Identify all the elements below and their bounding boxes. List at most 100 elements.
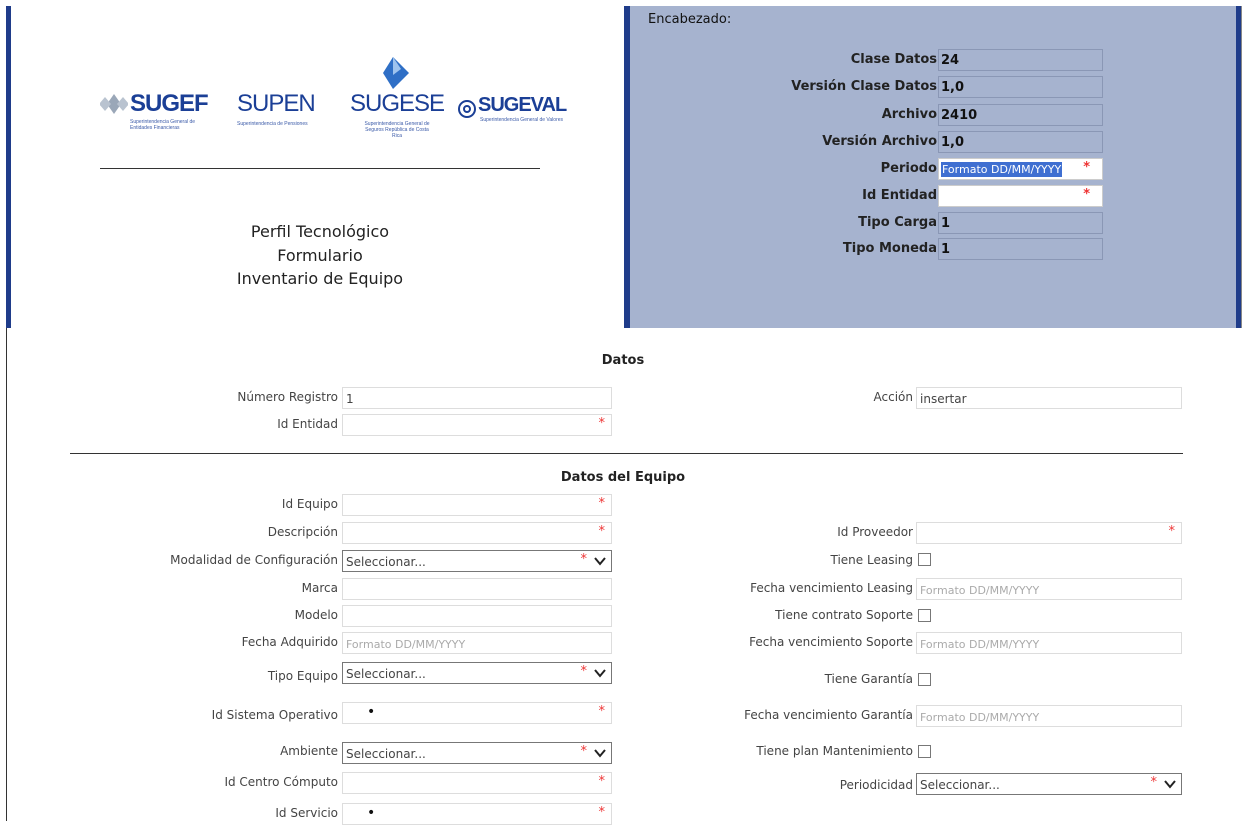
equipo-section-title: Datos del Equipo (560, 470, 686, 485)
version-clase-field: 1,0 (938, 76, 1103, 98)
tiene-leasing-checkbox[interactable] (918, 553, 931, 566)
supen-subtitle: Superintendencia de Pensiones (237, 121, 308, 127)
supen-logo: SUPEN (237, 90, 316, 117)
tiene-garantia-label: Tiene Garantía (824, 672, 913, 686)
page-title-line-2: Formulario (277, 246, 363, 265)
descripcion-label: Descripción (267, 525, 338, 539)
accion-input[interactable]: insertar (916, 387, 1182, 409)
tiene-contrato-soporte-label: Tiene contrato Soporte (775, 608, 913, 622)
enc-label: Tipo Moneda (842, 241, 937, 256)
ambiente-selected: Seleccionar... (346, 747, 426, 761)
tiene-garantia-checkbox[interactable] (918, 673, 931, 686)
brand-divider (100, 168, 540, 169)
enc-label: Periodo (880, 161, 937, 176)
enc-row-id-entidad: Id Entidad * (650, 185, 1105, 207)
id-proveedor-input[interactable]: * (916, 522, 1182, 544)
numero-registro-input[interactable]: 1 (342, 387, 612, 409)
periodo-placeholder: Formato DD/MM/YYYY (941, 162, 1063, 177)
tipo-equipo-select[interactable]: Seleccionar... * (342, 662, 612, 684)
ambiente-label: Ambiente (280, 744, 338, 758)
date-placeholder: Formato DD/MM/YYYY (920, 584, 1040, 597)
page-title-line-1: Perfil Tecnológico (250, 222, 390, 241)
logos-strip: SUGEF Superintendencia General de Entida… (100, 55, 600, 155)
bullet: • (367, 704, 376, 720)
chevron-down-icon (1164, 780, 1176, 789)
datos-id-entidad-label: Id Entidad (277, 417, 338, 431)
bullet: • (367, 805, 376, 821)
enc-row-tipo-carga: Tipo Carga 1 (650, 212, 1105, 234)
chevron-down-icon (594, 749, 606, 758)
id-centro-computo-input[interactable]: * (342, 772, 612, 794)
tipo-carga-field: 1 (938, 212, 1103, 234)
modelo-input[interactable] (342, 605, 612, 627)
enc-label: Versión Archivo (822, 134, 937, 149)
periodo-input[interactable]: Formato DD/MM/YYYY * (938, 158, 1103, 180)
required-mark: * (598, 704, 606, 719)
periodicidad-label: Periodicidad (839, 778, 913, 792)
datos-id-entidad-input[interactable]: * (342, 414, 612, 436)
enc-label: Tipo Carga (858, 215, 937, 230)
tiene-leasing-label: Tiene Leasing (830, 553, 914, 567)
date-placeholder: Formato DD/MM/YYYY (346, 638, 466, 651)
sugeval-swirl-icon (458, 100, 476, 118)
enc-label: Archivo (881, 107, 937, 122)
id-proveedor-label: Id Proveedor (837, 525, 913, 539)
section-divider (70, 453, 1183, 454)
fecha-venc-garantia-input[interactable]: Formato DD/MM/YYYY (916, 705, 1182, 727)
chevron-down-icon (594, 669, 606, 678)
required-mark: * (1168, 524, 1176, 539)
required-mark: * (580, 664, 588, 679)
enc-row-version-clase: Versión Clase Datos 1,0 (650, 76, 1105, 98)
required-mark: * (598, 496, 606, 511)
modalidad-selected: Seleccionar... (346, 555, 426, 569)
sugef-subtitle: Superintendencia General de Entidades Fi… (130, 119, 196, 131)
date-placeholder: Formato DD/MM/YYYY (920, 711, 1040, 724)
tipo-equipo-selected: Seleccionar... (346, 667, 426, 681)
modalidad-label: Modalidad de Configuración (170, 553, 338, 567)
enc-row-periodo: Periodo Formato DD/MM/YYYY * (650, 158, 1105, 180)
fecha-adquirido-label: Fecha Adquirido (241, 635, 338, 649)
required-mark: * (580, 744, 588, 759)
descripcion-input[interactable]: * (342, 522, 612, 544)
modelo-label: Modelo (294, 608, 338, 622)
enc-row-archivo: Archivo 2410 (650, 104, 1105, 126)
id-sistema-operativo-input[interactable]: • * (342, 702, 612, 724)
id-sistema-operativo-label: Id Sistema Operativo (211, 708, 338, 722)
marca-input[interactable] (342, 578, 612, 600)
tiene-plan-mant-checkbox[interactable] (918, 745, 931, 758)
id-servicio-input[interactable]: • * (342, 803, 612, 825)
ambiente-select[interactable]: Seleccionar... * (342, 742, 612, 764)
page-title-line-3: Inventario de Equipo (236, 269, 404, 288)
sugese-logo: SUGESE (350, 90, 445, 117)
accion-label: Acción (873, 390, 913, 404)
periodicidad-selected: Seleccionar... (920, 778, 1000, 792)
fecha-venc-garantia-label: Fecha vencimiento Garantía (744, 708, 913, 722)
archivo-field: 2410 (938, 104, 1103, 126)
id-servicio-label: Id Servicio (275, 806, 338, 820)
chevron-down-icon (594, 557, 606, 566)
id-equipo-input[interactable]: * (342, 494, 612, 516)
required-mark: * (598, 805, 606, 820)
required-mark: * (598, 416, 606, 431)
fecha-venc-leasing-input[interactable]: Formato DD/MM/YYYY (916, 578, 1182, 600)
required-mark: * (1150, 775, 1158, 790)
sugese-subtitle: Superintendencia General de Seguros Repú… (364, 121, 430, 139)
clase-datos-field: 24 (938, 49, 1103, 71)
required-mark: * (1083, 160, 1090, 175)
tipo-equipo-label: Tipo Equipo (267, 669, 338, 683)
tiene-plan-mant-label: Tiene plan Mantenimiento (756, 744, 913, 758)
tipo-moneda-field: 1 (938, 238, 1103, 260)
periodicidad-select[interactable]: Seleccionar... * (916, 773, 1182, 795)
required-mark: * (580, 552, 588, 567)
enc-label: Clase Datos (850, 52, 937, 67)
fecha-adquirido-input[interactable]: Formato DD/MM/YYYY (342, 632, 612, 654)
sugef-diamond-icon (100, 94, 128, 114)
sugeval-subtitle: Superintendencia General de Valores (480, 117, 564, 123)
required-mark: * (1083, 187, 1090, 202)
tiene-contrato-soporte-checkbox[interactable] (918, 609, 931, 622)
form-left-border (6, 328, 7, 821)
enc-id-entidad-input[interactable]: * (938, 185, 1103, 207)
fecha-venc-soporte-input[interactable]: Formato DD/MM/YYYY (916, 632, 1182, 654)
enc-row-version-archivo: Versión Archivo 1,0 (650, 131, 1105, 153)
modalidad-select[interactable]: Seleccionar... * (342, 550, 612, 572)
